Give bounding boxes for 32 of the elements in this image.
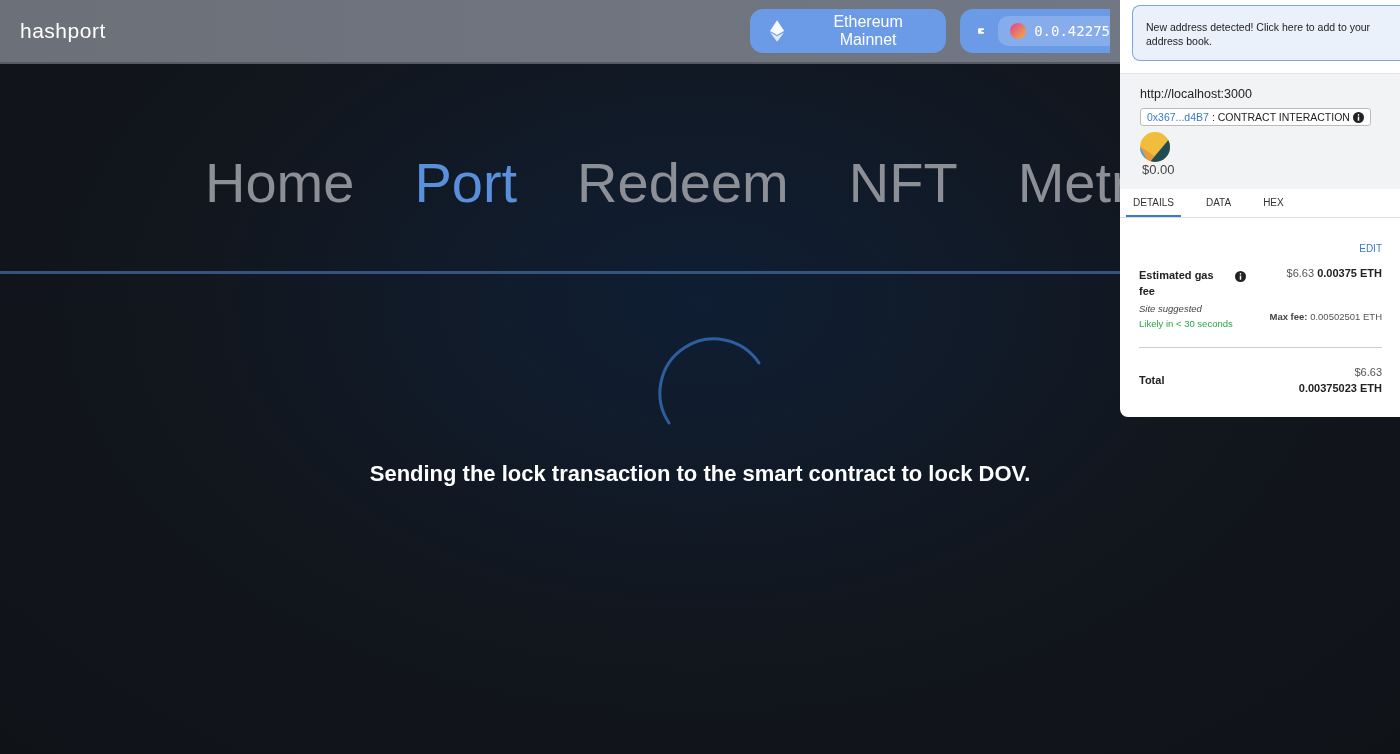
info-icon[interactable] xyxy=(1352,111,1364,123)
total-eth-text: 0.00375023 ETH xyxy=(1298,382,1382,394)
max-fee-label: Max fee: xyxy=(1269,310,1308,322)
nav-link[interactable]: Redeem xyxy=(577,148,789,218)
gas-usd-text: $6.63 xyxy=(1286,267,1315,279)
address-link[interactable]: 0x367...d4B7 xyxy=(1147,111,1209,123)
info-icon[interactable] xyxy=(1235,271,1246,282)
gas-eth-text: 0.00375 ETH xyxy=(1317,267,1382,279)
gas-fee-label: Estimated gas fee xyxy=(1139,268,1215,299)
nav-link[interactable]: NFT xyxy=(848,148,958,218)
logo[interactable]: hashport xyxy=(20,19,106,43)
nav-link[interactable]: Port xyxy=(414,148,518,218)
notice-banner[interactable]: New address detected! Click here to add to your address book. xyxy=(1132,5,1400,61)
edit-link[interactable]: EDIT xyxy=(1359,243,1382,254)
max-fee-value: 0.00502501 ETH xyxy=(1310,310,1382,322)
nav-link[interactable]: Home xyxy=(205,148,355,218)
total-usd-text: $6.63 xyxy=(1354,366,1382,378)
amount-text: $0.00 xyxy=(1142,162,1176,177)
total-label: Total xyxy=(1139,374,1165,386)
method-text: : CONTRACT INTERACTION xyxy=(1211,111,1350,123)
timing-text: Likely in < 30 seconds xyxy=(1139,318,1233,329)
network-button[interactable]: Ethereum Mainnet xyxy=(750,9,946,53)
account-avatar-icon xyxy=(1010,23,1027,39)
site-suggested-text: Site suggested xyxy=(1139,303,1203,314)
tab[interactable]: DATA xyxy=(1198,189,1239,217)
token-icon xyxy=(1140,132,1170,162)
ethereum-icon xyxy=(770,19,785,43)
tab[interactable]: DETAILS xyxy=(1126,189,1181,217)
origin-text: http://localhost:3000 xyxy=(1140,87,1253,101)
status-message: Sending the lock transaction to the smart contract to lock DOV. xyxy=(369,461,1031,487)
tab[interactable]: HEX xyxy=(1256,189,1291,217)
balance-text: 0.0.42275 xyxy=(1034,23,1110,39)
